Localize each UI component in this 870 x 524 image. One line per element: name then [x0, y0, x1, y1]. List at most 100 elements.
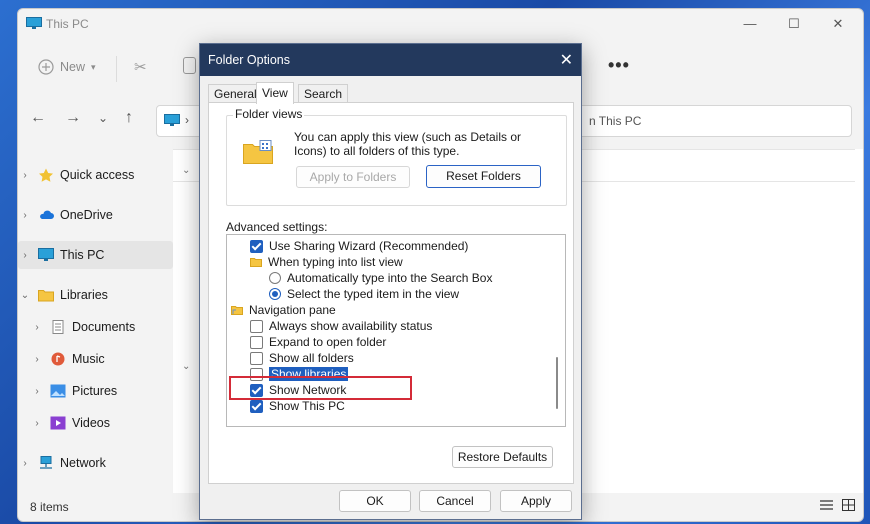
sidebar-item-label: Quick access: [60, 168, 135, 182]
apply-to-folders-button[interactable]: Apply to Folders: [296, 166, 410, 188]
sidebar-item-label: Libraries: [60, 288, 108, 302]
restore-defaults-button[interactable]: Restore Defaults: [452, 446, 553, 468]
sidebar-item-quick-access[interactable]: › Quick access: [18, 161, 173, 189]
setting-label: Show all folders: [269, 351, 354, 365]
chevron-right-icon: ›: [23, 457, 27, 469]
chevron-right-icon: ›: [35, 417, 39, 429]
tab-general[interactable]: General: [208, 84, 263, 103]
setting-select-typed-item[interactable]: Select the typed item in the view: [269, 286, 459, 302]
sidebar-item-label: OneDrive: [60, 208, 113, 222]
tab-view[interactable]: View: [256, 82, 294, 104]
copy-icon[interactable]: [183, 57, 196, 74]
setting-label: Select the typed item in the view: [287, 287, 460, 301]
sidebar-item-onedrive[interactable]: › OneDrive: [18, 201, 173, 229]
setting-auto-type-search[interactable]: Automatically type into the Search Box: [269, 270, 492, 286]
back-button[interactable]: ←: [30, 109, 46, 127]
chevron-down-icon: ▾: [91, 61, 96, 72]
folder-icon: [38, 290, 54, 302]
sidebar-item-pictures[interactable]: › Pictures: [18, 377, 185, 405]
monitor-icon: [26, 17, 42, 29]
ok-button[interactable]: OK: [339, 490, 411, 512]
apply-button[interactable]: Apply: [500, 490, 572, 512]
setting-group-label: When typing into list view: [268, 255, 403, 269]
dialog-title: Folder Options: [208, 53, 290, 67]
chevron-right-icon: ›: [35, 385, 39, 397]
search-input[interactable]: n This PC: [570, 105, 852, 137]
checkbox-checked[interactable]: [250, 239, 263, 253]
toolbar-divider: [116, 56, 117, 82]
close-button[interactable]: ✕: [818, 13, 858, 35]
advanced-settings-label: Advanced settings:: [226, 220, 328, 234]
tiles-view-icon[interactable]: [842, 499, 855, 511]
item-count: 8 items: [30, 500, 69, 514]
setting-use-sharing-wizard[interactable]: Use Sharing Wizard (Recommended): [250, 238, 468, 254]
monitor-icon: [164, 114, 180, 126]
setting-show-all-folders[interactable]: Show all folders: [250, 350, 354, 366]
checkbox-checked[interactable]: [250, 399, 263, 413]
minimize-button[interactable]: —: [730, 13, 770, 35]
folder-views-group: Folder views You can apply this view (su…: [226, 107, 567, 206]
sidebar-item-libraries[interactable]: ⌄ Libraries: [18, 281, 173, 309]
sidebar-item-label: Documents: [72, 320, 136, 334]
plus-circle-icon: [38, 59, 54, 75]
scrollbar-thumb[interactable]: [556, 357, 558, 409]
chevron-right-icon: ›: [23, 249, 27, 261]
chevron-down-icon: ⌄: [182, 165, 191, 176]
up-button[interactable]: ↑: [125, 109, 133, 127]
sidebar-item-label: Pictures: [72, 384, 118, 398]
setting-label: Always show availability status: [269, 319, 433, 333]
sidebar-item-this-pc[interactable]: › This PC: [18, 241, 173, 269]
sidebar-item-label: Videos: [72, 416, 110, 430]
chevron-right-icon: ›: [23, 169, 27, 181]
reset-folders-button[interactable]: Reset Folders: [426, 165, 541, 188]
dialog-titlebar: Folder Options ✕: [200, 44, 581, 76]
recent-locations-button[interactable]: ⌄: [98, 111, 108, 125]
monitor-icon: [38, 248, 54, 261]
sidebar-item-music[interactable]: › Music: [18, 345, 185, 373]
documents-icon: [52, 320, 64, 334]
sidebar-item-label: Network: [60, 456, 106, 470]
setting-expand-open-folder[interactable]: Expand to open folder: [250, 334, 386, 350]
search-path-text: n This PC: [589, 114, 642, 128]
cloud-icon: [40, 210, 54, 219]
setting-label: Show This PC: [269, 399, 345, 413]
cancel-button[interactable]: Cancel: [419, 490, 491, 512]
maximize-button[interactable]: ☐: [774, 13, 814, 35]
folder-icon: [250, 258, 262, 267]
annotation-highlight-box: [229, 376, 412, 400]
sidebar-item-label: This PC: [60, 248, 105, 262]
setting-show-this-pc[interactable]: Show This PC: [250, 398, 345, 414]
new-label: New: [60, 60, 86, 74]
setting-group-typing: When typing into list view: [250, 254, 403, 270]
chevron-right-icon: ›: [35, 321, 39, 333]
checkbox-unchecked[interactable]: [250, 319, 263, 333]
setting-label: Automatically type into the Search Box: [287, 271, 493, 285]
sidebar-item-documents[interactable]: › Documents: [18, 313, 185, 341]
cut-icon[interactable]: ✂: [134, 58, 147, 76]
chevron-right-icon: ›: [35, 353, 39, 365]
setting-group-label: Navigation pane: [249, 303, 336, 317]
explorer-titlebar: This PC — ☐ ✕: [18, 9, 863, 39]
setting-label: Expand to open folder: [269, 335, 387, 349]
folder-views-icon: [243, 140, 273, 164]
new-button[interactable]: New ▾: [38, 59, 96, 75]
tab-search[interactable]: Search: [298, 84, 349, 103]
checkbox-unchecked[interactable]: [250, 351, 263, 365]
radio-selected[interactable]: [269, 288, 281, 300]
sidebar-item-network[interactable]: › Network: [18, 449, 173, 477]
radio-unselected[interactable]: [269, 272, 281, 284]
folder-views-description: You can apply this view (such as Details…: [294, 130, 522, 158]
network-icon: [40, 456, 52, 469]
star-icon: [39, 168, 53, 182]
setting-group-navigation-pane: Navigation pane: [231, 302, 336, 318]
sidebar-item-videos[interactable]: › Videos: [18, 409, 185, 437]
forward-button[interactable]: →: [65, 109, 81, 127]
details-view-icon[interactable]: [820, 499, 833, 511]
chevron-right-icon: ›: [23, 209, 27, 221]
folder-options-dialog: Folder Options ✕ General View Search Fol…: [199, 43, 582, 520]
more-options-button[interactable]: •••: [608, 55, 630, 76]
setting-availability-status[interactable]: Always show availability status: [250, 318, 432, 334]
music-icon: [51, 352, 65, 366]
dialog-close-button[interactable]: ✕: [560, 50, 573, 70]
checkbox-unchecked[interactable]: [250, 335, 263, 349]
